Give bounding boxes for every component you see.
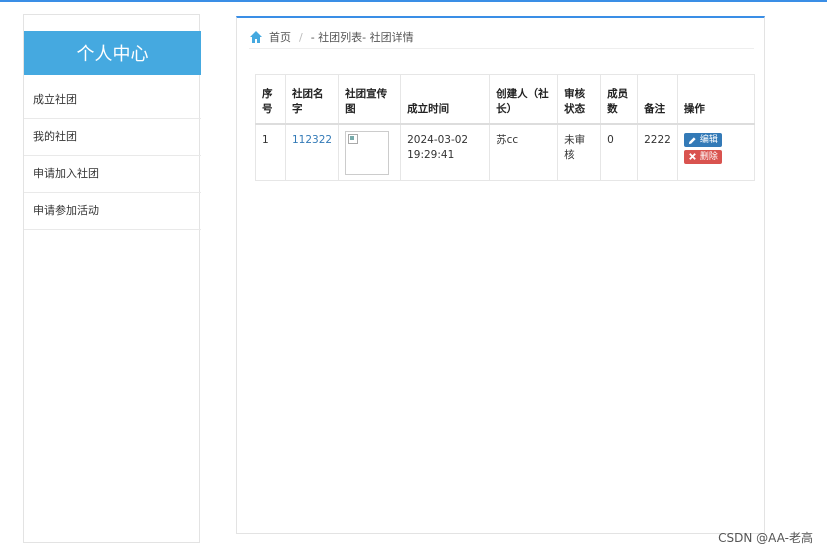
- header-index: 序号: [255, 74, 286, 125]
- cell-remark: 2222: [637, 123, 678, 181]
- sidebar-item-create-club[interactable]: 成立社团: [24, 82, 201, 118]
- cell-created-time: 2024-03-02 19:29:41: [400, 123, 491, 181]
- pencil-icon: [688, 136, 696, 144]
- watermark: CSDN @AA-老高: [718, 531, 813, 545]
- breadcrumb-separator: /: [299, 30, 303, 44]
- broken-image-icon: [348, 134, 359, 144]
- top-accent-line: [0, 0, 827, 2]
- header-remark: 备注: [637, 74, 678, 125]
- table-row: 1 112322 2024-03-02 19:29:41 苏cc 未审核 0 2…: [255, 123, 755, 181]
- breadcrumb-current: - 社团列表- 社团详情: [310, 31, 414, 44]
- header-club-name: 社团名字: [284, 74, 340, 125]
- header-created-time: 成立时间: [400, 74, 491, 125]
- header-review-status: 审核状态: [557, 74, 602, 125]
- header-actions: 操作: [676, 74, 755, 125]
- breadcrumb: 首页 / - 社团列表- 社团详情: [249, 26, 754, 49]
- cell-member-count: 0: [600, 123, 639, 181]
- header-creator: 创建人（社长）: [489, 74, 559, 125]
- sidebar: 个人中心 成立社团 我的社团 申请加入社团 申请参加活动: [23, 14, 201, 543]
- table-header-row: 序号 社团名字 社团宣传图 成立时间 创建人（社长） 审核状态 成员数 备注 操…: [255, 74, 755, 125]
- sidebar-item-join-activity[interactable]: 申请参加活动: [24, 192, 201, 230]
- club-table: 序号 社团名字 社团宣传图 成立时间 创建人（社长） 审核状态 成员数 备注 操…: [255, 74, 755, 181]
- cell-index: 1: [255, 123, 286, 181]
- home-icon[interactable]: [249, 30, 263, 44]
- cell-actions: 编辑 删除: [676, 123, 755, 181]
- main-panel: 首页 / - 社团列表- 社团详情 序号 社团名字 社团宣传图 成立时间 创建人…: [236, 16, 765, 534]
- club-name-link[interactable]: 112322: [292, 134, 332, 146]
- cell-poster: [338, 123, 402, 181]
- close-icon: [688, 153, 696, 160]
- edit-button[interactable]: 编辑: [683, 133, 722, 147]
- cell-creator: 苏cc: [489, 123, 559, 181]
- header-poster: 社团宣传图: [338, 74, 402, 125]
- created-clock: 19:29:41: [407, 149, 455, 161]
- delete-button[interactable]: 删除: [683, 149, 722, 164]
- header-member-count: 成员数: [600, 74, 639, 125]
- sidebar-menu: 成立社团 我的社团 申请加入社团 申请参加活动: [24, 82, 201, 230]
- edit-button-label: 编辑: [699, 135, 718, 145]
- cell-club-name: 112322: [284, 123, 340, 181]
- sidebar-item-my-clubs[interactable]: 我的社团: [24, 118, 201, 155]
- breadcrumb-home-link[interactable]: 首页: [269, 29, 291, 45]
- club-poster-image[interactable]: [345, 131, 390, 175]
- created-date: 2024-03-02: [407, 134, 469, 146]
- delete-button-label: 删除: [699, 151, 718, 162]
- sidebar-item-join-club[interactable]: 申请加入社团: [24, 155, 201, 192]
- cell-review-status: 未审核: [557, 123, 602, 181]
- sidebar-title: 个人中心: [24, 31, 201, 75]
